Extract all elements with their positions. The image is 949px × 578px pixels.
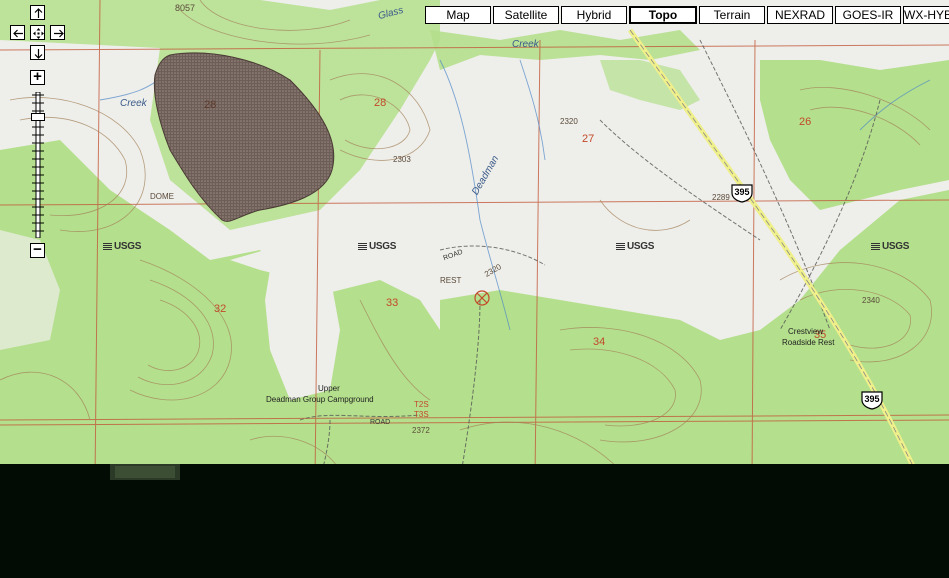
highway-number: 395	[734, 187, 750, 197]
elevation-label: 2340	[862, 296, 880, 305]
section-label: 27	[582, 133, 595, 145]
highway-shield: 395	[860, 390, 884, 410]
usgs-mark: USGS	[358, 241, 396, 252]
map-type-topo-button[interactable]: Topo	[629, 6, 697, 24]
usgs-mark: USGS	[616, 241, 654, 252]
section-label: 33	[386, 297, 399, 309]
creek-label: Creek	[120, 98, 147, 109]
page-footer-area	[0, 480, 949, 578]
elevation-label: 2372	[412, 426, 430, 435]
highway-number: 395	[864, 394, 880, 404]
elevation-label: 2289	[712, 193, 730, 202]
pan-down-button[interactable]	[30, 45, 45, 60]
township-label: T3S	[414, 410, 429, 419]
dome-label: DOME	[150, 192, 174, 201]
section-label: 28	[204, 99, 217, 111]
creek-label: Creek	[512, 39, 539, 50]
upper-label: Upper	[318, 384, 340, 393]
township-label: T2S	[414, 400, 429, 409]
map-type-satellite-button[interactable]: Satellite	[493, 6, 559, 24]
zoom-out-button[interactable]: −	[30, 242, 45, 258]
section-label: 32	[214, 303, 227, 315]
arrow-up-icon	[34, 8, 43, 18]
highway-shield: 395	[730, 183, 754, 203]
rest-label: REST	[440, 276, 462, 285]
usgs-mark: USGS	[103, 241, 141, 252]
campground-label: Deadman Group Campground	[266, 395, 374, 404]
elevation-label: 8057	[175, 3, 196, 13]
zoom-in-button[interactable]: +	[30, 69, 45, 85]
arrow-right-icon	[54, 29, 64, 38]
pan-right-button[interactable]	[50, 25, 65, 40]
road-label: ROAD	[370, 419, 391, 426]
section-label: 26	[799, 116, 812, 128]
zoom-slider[interactable]	[31, 91, 45, 239]
pan-up-button[interactable]	[30, 5, 45, 20]
elevation-label: 2303	[393, 155, 411, 164]
arrow-down-icon	[34, 49, 43, 59]
map-type-goes-ir-button[interactable]: GOES-IR	[835, 6, 901, 24]
usgs-mark: USGS	[871, 241, 909, 252]
pan-center-button[interactable]	[30, 25, 45, 40]
topo-map-tiles	[0, 0, 949, 480]
center-crosshair-icon	[33, 28, 44, 39]
section-label: 28	[374, 97, 387, 109]
pan-left-button[interactable]	[10, 25, 25, 40]
map-type-nexrad-button[interactable]: NEXRAD	[767, 6, 833, 24]
map-type-hybrid-button[interactable]: Hybrid	[561, 6, 627, 24]
roadside-rest-label: Roadside Rest	[782, 338, 835, 347]
zoom-slider-thumb[interactable]	[31, 113, 45, 121]
arrow-left-icon	[13, 29, 23, 38]
map-type-map-button[interactable]: Map	[425, 6, 491, 24]
map-type-bar: Map Satellite Hybrid Topo Terrain NEXRAD…	[425, 6, 949, 24]
elevation-label: 2320	[560, 117, 578, 126]
map-type-terrain-button[interactable]: Terrain	[699, 6, 765, 24]
section-label: 34	[593, 336, 606, 348]
topo-map[interactable]: 28 27 26 32 33 34 35 28 USGS USGS USGS U…	[0, 0, 949, 480]
map-type-wx-hybrid-button[interactable]: WX-HYBRI	[903, 6, 949, 24]
crestview-label: Crestview	[788, 327, 824, 336]
